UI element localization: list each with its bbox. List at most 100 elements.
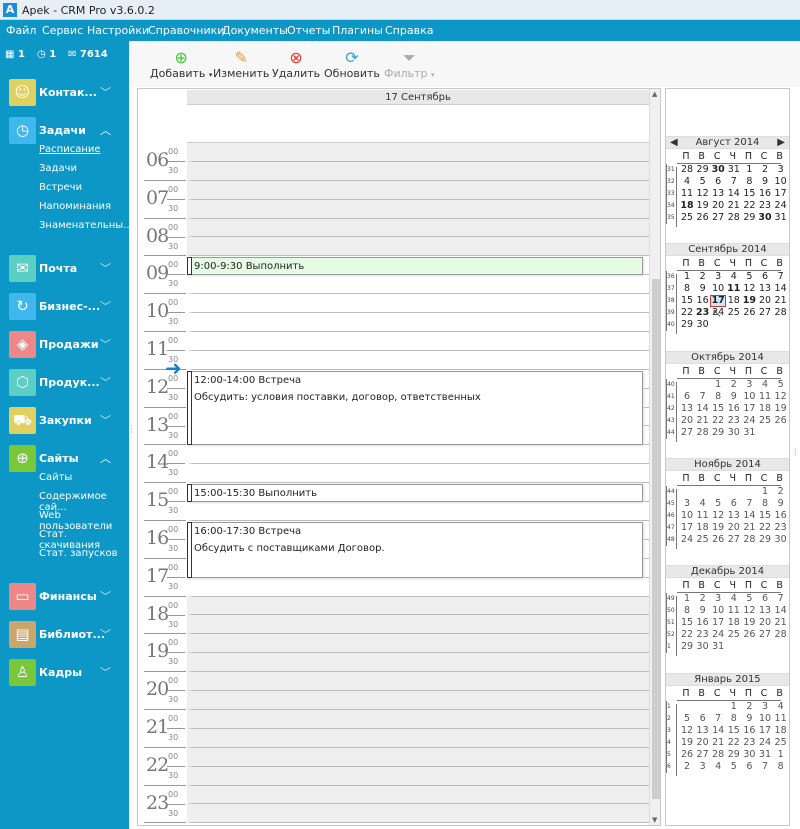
day-cell[interactable]: 19 [695, 200, 711, 212]
sidebar-subitem[interactable]: Напоминания [39, 201, 111, 212]
day-cell[interactable]: 8 [710, 391, 726, 403]
menu-item[interactable]: Плагины [332, 24, 383, 37]
day-cell[interactable]: 12 [679, 725, 695, 737]
day-cell[interactable]: 9 [773, 498, 789, 510]
day-cell[interactable]: 12 [741, 605, 757, 617]
edit-button[interactable]: ✎ Изменить [213, 49, 269, 81]
day-cell[interactable]: 17 [757, 725, 773, 737]
day-cell[interactable]: 2 [679, 761, 695, 773]
day-cell[interactable]: 18 [773, 725, 789, 737]
day-cell[interactable]: 9 [757, 176, 773, 188]
day-cell[interactable]: 3 [710, 593, 726, 605]
day-cell[interactable]: 1 [679, 593, 695, 605]
day-cell[interactable]: 30 [773, 534, 789, 546]
day-cell[interactable]: 27 [679, 427, 695, 439]
calendar-counter[interactable]: ▦ 1 [5, 49, 25, 60]
day-cell[interactable]: 22 [741, 200, 757, 212]
day-cell[interactable]: 4 [757, 379, 773, 391]
menu-item[interactable]: Файл [6, 24, 36, 37]
day-cell[interactable]: 16 [726, 403, 742, 415]
day-cell[interactable]: 12 [741, 283, 757, 295]
sidebar-item[interactable]: ◈ Продажи ﹀ [0, 327, 129, 361]
day-cell[interactable]: 22 [757, 522, 773, 534]
sidebar-item[interactable]: ⊕ Сайты ︿ [0, 441, 129, 475]
day-cell[interactable]: 14 [741, 510, 757, 522]
sidebar-item[interactable]: ☺ Контак... ﹀ [0, 75, 129, 109]
sidebar-subitem[interactable]: Стат. запусков [39, 548, 118, 559]
day-cell[interactable]: 5 [710, 498, 726, 510]
day-cell[interactable]: 13 [757, 605, 773, 617]
day-cell[interactable]: 28 [741, 534, 757, 546]
appointment[interactable]: 12:00-14:00 Встреча Обсудить: условия пос… [187, 370, 643, 446]
day-cell[interactable]: 8 [726, 713, 742, 725]
day-cell[interactable]: 25 [679, 212, 695, 224]
day-cell[interactable]: 11 [757, 391, 773, 403]
chevron-down-icon[interactable]: ﹀ [100, 374, 111, 390]
day-cell[interactable]: 14 [695, 403, 711, 415]
day-cell[interactable]: 6 [757, 271, 773, 283]
menu-item[interactable]: Сервис [42, 24, 83, 37]
day-cell[interactable]: 1 [741, 164, 757, 176]
day-cell[interactable]: 11 [679, 188, 695, 200]
day-cell[interactable]: 22 [679, 307, 695, 319]
day-cell[interactable]: 25 [695, 534, 711, 546]
time-slot[interactable] [187, 785, 649, 805]
filter-button[interactable]: ⏷ Фильтр ▾ [384, 49, 435, 81]
day-cell[interactable]: 1 [773, 749, 789, 761]
add-button[interactable]: ⊕ Добавить ▾ [150, 49, 212, 81]
day-cell[interactable]: 6 [710, 176, 726, 188]
sidebar-item[interactable]: ⬡ Продук... ﹀ [0, 365, 129, 399]
day-cell[interactable]: 31 [726, 164, 742, 176]
day-cell[interactable]: 27 [710, 212, 726, 224]
sidebar-subitem[interactable]: Расписание [39, 144, 101, 155]
day-cell[interactable]: 19 [710, 522, 726, 534]
sidebar-item[interactable]: ⛟ Закупки ﹀ [0, 403, 129, 437]
day-cell[interactable]: 30 [741, 749, 757, 761]
day-cell[interactable]: 24 [679, 534, 695, 546]
day-cell[interactable]: 16 [695, 617, 711, 629]
time-slot[interactable] [187, 218, 649, 238]
day-cell[interactable]: 14 [773, 283, 789, 295]
scrollbar-thumb[interactable] [652, 279, 660, 799]
day-cell[interactable]: 21 [695, 415, 711, 427]
day-cell[interactable]: 11 [726, 283, 742, 295]
day-cell[interactable]: 28 [679, 164, 695, 176]
menu-item[interactable]: Документы [222, 24, 288, 37]
chevron-down-icon[interactable]: ﹀ [100, 336, 111, 352]
day-cell[interactable]: 25 [757, 415, 773, 427]
time-slot[interactable] [187, 747, 649, 767]
day-cell[interactable]: 17 [679, 522, 695, 534]
day-cell[interactable]: 15 [726, 725, 742, 737]
day-cell[interactable]: 21 [773, 617, 789, 629]
day-cell[interactable]: 12 [710, 510, 726, 522]
sidebar-item[interactable]: ▤ Библиот... ﹀ [0, 617, 129, 651]
day-cell[interactable]: 26 [741, 629, 757, 641]
day-cell[interactable]: 22 [710, 415, 726, 427]
time-slot[interactable] [187, 275, 649, 295]
day-cell[interactable]: 18 [757, 403, 773, 415]
day-cell[interactable]: 26 [773, 415, 789, 427]
time-slot[interactable] [187, 502, 649, 521]
day-cell[interactable]: 26 [710, 534, 726, 546]
day-cell[interactable]: 30 [695, 319, 711, 331]
chevron-down-icon[interactable]: ﹀ [100, 260, 111, 276]
day-cell[interactable]: 1 [679, 271, 695, 283]
day-cell[interactable]: 24 [710, 629, 726, 641]
day-cell[interactable]: 9 [726, 391, 742, 403]
day-cell[interactable]: 5 [679, 713, 695, 725]
day-cell[interactable]: 10 [710, 283, 726, 295]
time-slot[interactable] [187, 766, 649, 786]
day-cell[interactable]: 5 [726, 761, 742, 773]
day-cell[interactable]: 15 [710, 403, 726, 415]
day-cell[interactable]: 20 [710, 200, 726, 212]
day-cell[interactable]: 13 [726, 510, 742, 522]
menu-item[interactable]: Отчеты [287, 24, 330, 37]
mail-counter[interactable]: ✉ 7614 [68, 49, 108, 60]
sidebar-subitem[interactable]: Сайты [39, 472, 72, 483]
day-cell[interactable]: 31 [757, 749, 773, 761]
day-cell[interactable]: 7 [726, 176, 742, 188]
time-slot[interactable] [187, 464, 649, 484]
time-slot[interactable] [187, 199, 649, 219]
refresh-button[interactable]: ⟳ Обновить [324, 49, 380, 81]
day-cell[interactable]: 2 [773, 486, 789, 498]
